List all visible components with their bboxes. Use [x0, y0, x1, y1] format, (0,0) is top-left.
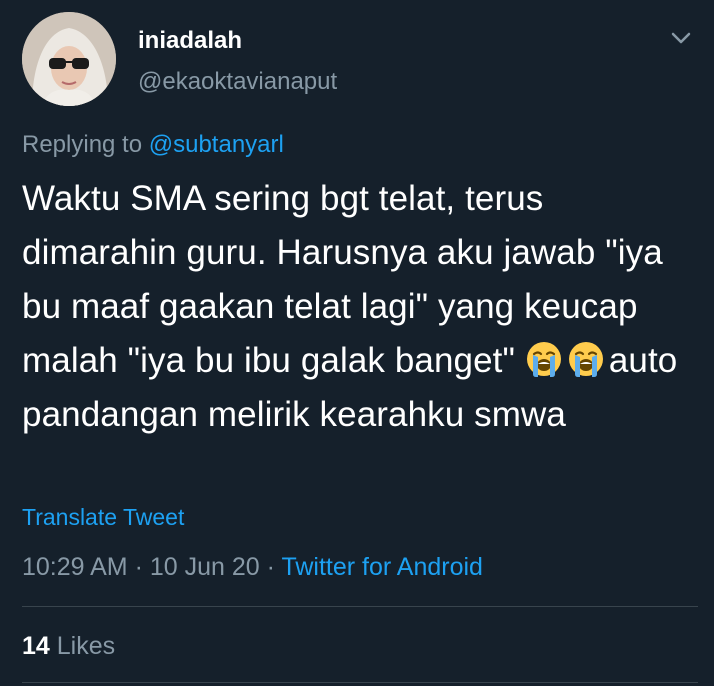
tweet-meta: 10:29 AM · 10 Jun 20 · Twitter for Andro…: [22, 551, 483, 583]
avatar[interactable]: [22, 12, 116, 106]
avatar-image: [22, 12, 116, 106]
tweet-detail: iniadalah @ekaoktavianaput Replying to @…: [0, 0, 714, 686]
replying-prefix: Replying to: [22, 131, 143, 158]
meta-separator: ·: [134, 553, 143, 581]
translate-tweet-link[interactable]: Translate Tweet: [22, 503, 184, 531]
tweet-text: Waktu SMA sering bgt telat, terus dimara…: [22, 172, 702, 442]
user-handle[interactable]: @ekaoktavianaput: [138, 67, 337, 97]
replying-to: Replying to @subtanyarl: [22, 130, 284, 160]
likes-stat[interactable]: 14 Likes: [22, 630, 115, 662]
divider: [22, 606, 698, 607]
user-names: iniadalah @ekaoktavianaput: [138, 26, 337, 97]
meta-separator: ·: [266, 553, 275, 581]
tweet-source-link[interactable]: Twitter for Android: [281, 553, 482, 581]
tweet-header: iniadalah @ekaoktavianaput: [22, 12, 692, 112]
loudly-crying-face-icon: [525, 340, 563, 378]
display-name[interactable]: iniadalah: [138, 26, 337, 56]
loudly-crying-face-icon: [567, 340, 605, 378]
chevron-down-icon[interactable]: [668, 28, 694, 48]
divider: [22, 682, 698, 683]
reply-mention-link[interactable]: @subtanyarl: [149, 131, 284, 158]
likes-label: Likes: [56, 632, 116, 660]
likes-count: 14: [22, 632, 50, 660]
tweet-date[interactable]: 10 Jun 20: [150, 553, 260, 581]
tweet-time[interactable]: 10:29 AM: [22, 553, 128, 581]
